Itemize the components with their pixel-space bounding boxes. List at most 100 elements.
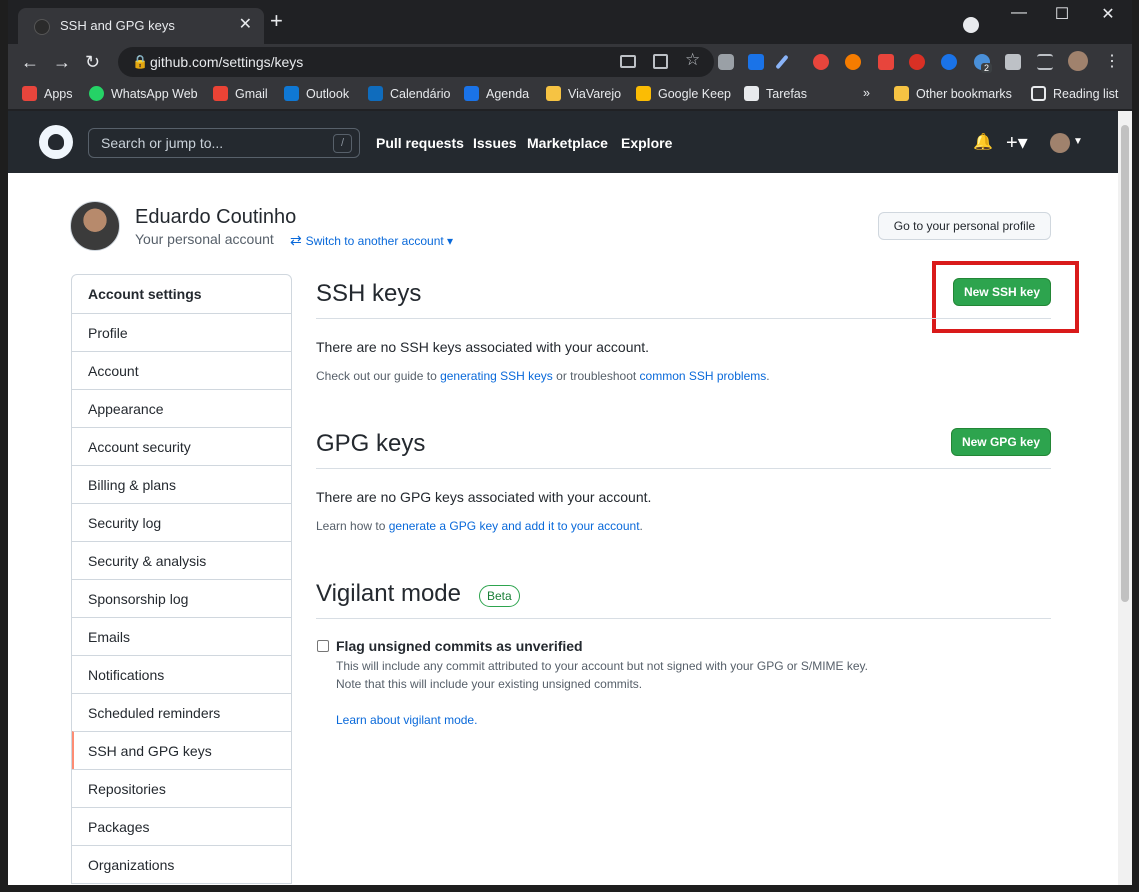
extension-orange-icon[interactable] (845, 54, 861, 70)
flag-unsigned-checkbox[interactable] (317, 640, 329, 652)
divider (316, 318, 1051, 319)
bookmark-whatsapp[interactable]: WhatsApp Web (89, 86, 198, 101)
browser-toolbar: ← → ↻ 🔒 github.com/settings/keys ☆ 2 ⋮ (8, 44, 1132, 80)
bookmark-outlook[interactable]: Outlook (284, 86, 349, 101)
bookmark-tarefas[interactable]: Tarefas (744, 86, 807, 101)
github-header: Search or jump to... / Pull requests Iss… (8, 111, 1118, 173)
folder-icon (894, 86, 909, 101)
nav-explore[interactable]: Explore (621, 135, 672, 151)
menu-kebab-icon[interactable]: ⋮ (1104, 51, 1120, 71)
sidebar-item-profile[interactable]: Profile (72, 313, 291, 351)
ssh-guide-text: Check out our guide to generating SSH ke… (316, 369, 770, 383)
bookmark-agenda[interactable]: Agenda (464, 86, 529, 101)
pen-icon[interactable] (775, 54, 789, 70)
new-gpg-key-button[interactable]: New GPG key (951, 428, 1051, 456)
bookmark-star-icon[interactable]: ☆ (685, 50, 700, 70)
bookmark-google-keep[interactable]: Google Keep (636, 86, 731, 101)
notifications-bell-icon[interactable]: 🔔 (973, 132, 993, 152)
vigilant-mode-heading: Vigilant mode (316, 580, 461, 607)
media-icon[interactable] (1037, 54, 1053, 70)
divider (316, 468, 1051, 469)
address-bar[interactable]: 🔒 github.com/settings/keys ☆ (118, 47, 714, 77)
sidebar-heading-account-settings: Account settings (88, 286, 202, 302)
github-logo-icon[interactable] (39, 125, 73, 159)
sidebar-item-security-log[interactable]: Security log (72, 503, 291, 541)
tab-ssh-gpg-keys[interactable]: SSH and GPG keys ✕ (18, 8, 264, 44)
sidebar-item-security-analysis[interactable]: Security & analysis (72, 541, 291, 579)
gpg-empty-text: There are no GPG keys associated with yo… (316, 489, 652, 505)
close-tab-icon[interactable]: ✕ (239, 14, 252, 34)
bookmark-apps[interactable]: Apps (22, 86, 73, 101)
learn-vigilant-mode-link[interactable]: Learn about vigilant mode. (336, 713, 477, 727)
user-avatar-menu[interactable] (1050, 133, 1070, 153)
new-tab-icon[interactable]: + (270, 10, 283, 32)
extension-s-icon[interactable] (748, 54, 764, 70)
profile-avatar-icon[interactable] (1068, 51, 1088, 71)
search-input[interactable]: Search or jump to... / (88, 128, 360, 158)
agenda-icon (464, 86, 479, 101)
maximize-icon[interactable]: ☐ (1048, 4, 1076, 24)
sidebar-item-emails[interactable]: Emails (72, 617, 291, 655)
bookmark-viavarejo[interactable]: ViaVarejo (546, 86, 621, 101)
sidebar-item-repositories[interactable]: Repositories (72, 769, 291, 807)
switch-arrows-icon: ⇄ (290, 232, 306, 248)
avatar-caret-icon[interactable]: ▼ (1073, 136, 1083, 147)
generating-ssh-keys-link[interactable]: generating SSH keys (440, 369, 553, 383)
scrollbar-thumb[interactable] (1121, 125, 1129, 602)
cast-icon[interactable] (620, 55, 636, 68)
tab-title: SSH and GPG keys (60, 18, 175, 33)
sidebar-item-account[interactable]: Account (72, 351, 291, 389)
extension-red-icon[interactable] (813, 54, 829, 70)
close-window-icon[interactable]: ✕ (1094, 4, 1122, 24)
sidebar-item-packages[interactable]: Packages (72, 807, 291, 845)
create-new-plus-icon[interactable]: +▾ (1006, 130, 1028, 155)
sidebar-item-scheduled-reminders[interactable]: Scheduled reminders (72, 693, 291, 731)
nav-marketplace[interactable]: Marketplace (527, 135, 608, 151)
more-bookmarks-icon[interactable]: » (863, 86, 870, 100)
url-text: github.com/settings/keys (150, 54, 304, 70)
check-extension-icon[interactable] (941, 54, 957, 70)
slash-key-icon: / (333, 134, 352, 153)
puzzle-icon[interactable] (1005, 54, 1021, 70)
adblock-icon[interactable] (909, 54, 925, 70)
vigilant-desc-1: This will include any commit attributed … (336, 659, 869, 673)
qr-code-icon[interactable] (653, 54, 668, 69)
github-favicon-icon (34, 19, 50, 35)
back-icon[interactable]: ← (21, 51, 39, 73)
settings-sidebar: Account settings Profile Account Appeara… (71, 274, 292, 884)
ssh-keys-heading: SSH keys (316, 280, 422, 307)
page-scrollbar[interactable] (1118, 111, 1132, 885)
switch-account-link[interactable]: ⇄ Switch to another account ▾ (290, 232, 453, 249)
ssh-empty-text: There are no SSH keys associated with yo… (316, 339, 650, 355)
search-placeholder: Search or jump to... (101, 135, 224, 151)
github-page: Search or jump to... / Pull requests Iss… (8, 111, 1132, 885)
pocket-icon[interactable] (718, 54, 734, 70)
sidebar-item-ssh-gpg-keys[interactable]: SSH and GPG keys (72, 731, 291, 769)
sidebar-item-organizations[interactable]: Organizations (72, 845, 291, 883)
reading-list[interactable]: Reading list (1031, 86, 1118, 101)
reload-icon[interactable]: ↻ (85, 51, 100, 73)
sidebar-item-appearance[interactable]: Appearance (72, 389, 291, 427)
extension-box-icon[interactable] (878, 54, 894, 70)
sidebar-item-sponsorship-log[interactable]: Sponsorship log (72, 579, 291, 617)
minimize-icon[interactable]: — (1005, 4, 1033, 22)
bookmark-gmail[interactable]: Gmail (213, 86, 268, 101)
avatar[interactable] (70, 201, 120, 251)
sidebar-item-notifications[interactable]: Notifications (72, 655, 291, 693)
personal-profile-button[interactable]: Go to your personal profile (878, 212, 1051, 240)
sidebar-item-account-security[interactable]: Account security (72, 427, 291, 465)
common-ssh-problems-link[interactable]: common SSH problems (640, 369, 767, 383)
sidebar-item-billing[interactable]: Billing & plans (72, 465, 291, 503)
bookmark-calendario[interactable]: Calendário (368, 86, 450, 101)
calendar-icon (368, 86, 383, 101)
flag-unsigned-label[interactable]: Flag unsigned commits as unverified (336, 638, 583, 654)
profile-subtitle: Your personal account (135, 231, 274, 247)
profile-name: Eduardo Coutinho (135, 206, 297, 228)
bookmark-other[interactable]: Other bookmarks (894, 86, 1012, 101)
highlight-box (932, 261, 1079, 333)
nav-issues[interactable]: Issues (473, 135, 517, 151)
nav-pull-requests[interactable]: Pull requests (376, 135, 464, 151)
forward-icon[interactable]: → (53, 51, 71, 73)
generate-gpg-key-link[interactable]: generate a GPG key and add it to your ac… (389, 519, 640, 533)
tab-search-icon[interactable] (963, 17, 979, 33)
